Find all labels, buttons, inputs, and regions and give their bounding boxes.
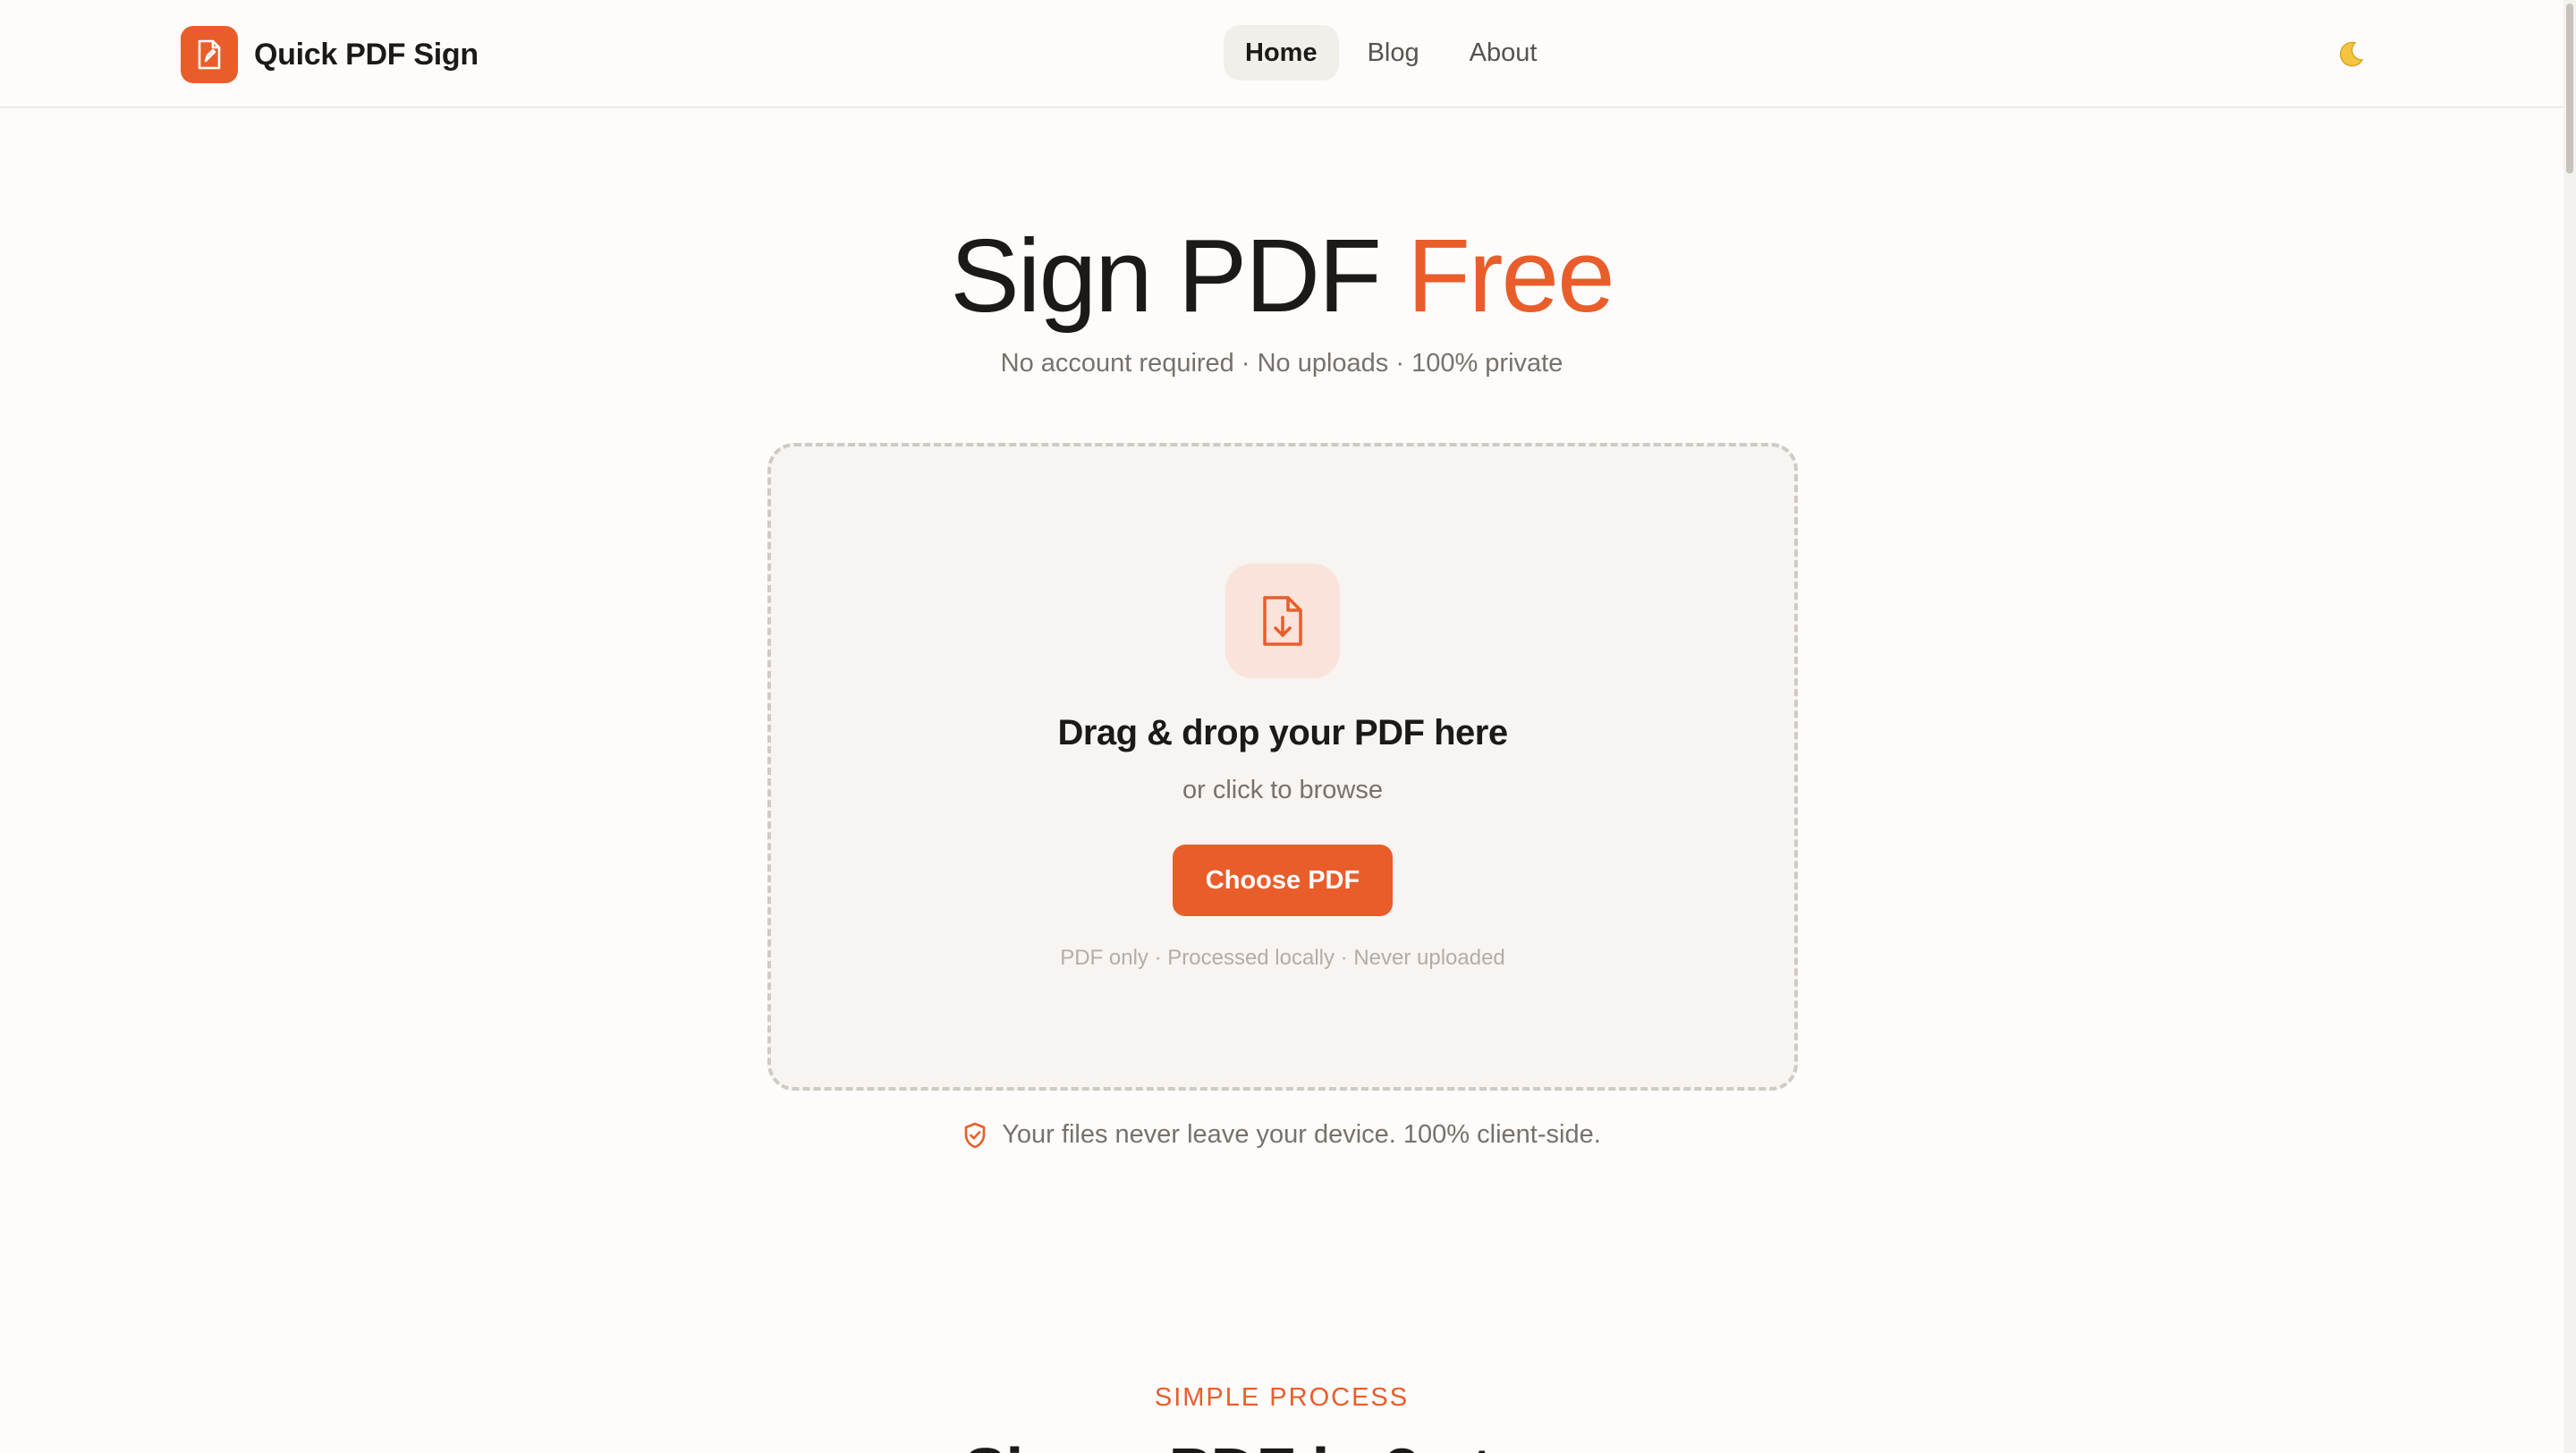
nav-about[interactable]: About — [1448, 25, 1559, 81]
privacy-note: Your files never leave your device. 100%… — [0, 1120, 2563, 1150]
section-eyebrow: SIMPLE PROCESS — [1154, 1383, 1410, 1412]
section-title: Sign a PDF in 3 steps — [0, 1432, 2563, 1453]
privacy-note-text: Your files never leave your device. 100%… — [1002, 1120, 1601, 1149]
scrollbar-thumb[interactable] — [2566, 4, 2573, 174]
nav-blog[interactable]: Blog — [1346, 25, 1441, 81]
brand-name: Quick PDF Sign — [254, 37, 479, 72]
dropzone-subtitle: or click to browse — [1182, 776, 1383, 804]
pdf-dropzone[interactable]: Drag & drop your PDF here or click to br… — [767, 443, 1798, 1091]
page-scrollbar[interactable] — [2563, 0, 2576, 1453]
top-navbar: Quick PDF Sign Home Blog About — [0, 0, 2576, 108]
page: Quick PDF Sign Home Blog About Sign PDF … — [0, 0, 2576, 1453]
moon-icon — [2339, 41, 2364, 67]
hero-title: Sign PDF Free — [0, 215, 2563, 336]
hero-title-accent: Free — [1407, 217, 1615, 334]
dropzone-note: PDF only · Processed locally · Never upl… — [1060, 946, 1505, 970]
dropzone-title: Drag & drop your PDF here — [1057, 713, 1508, 752]
theme-toggle-button[interactable] — [2329, 33, 2372, 76]
hero-title-main: Sign PDF — [950, 217, 1381, 334]
nav-home[interactable]: Home — [1224, 25, 1339, 81]
main-nav: Home Blog About — [1224, 25, 1558, 81]
brand-link[interactable]: Quick PDF Sign — [181, 26, 479, 83]
pdf-sign-logo-icon — [181, 26, 238, 83]
hero-subtitle: No account required · No uploads · 100% … — [1000, 349, 1563, 378]
shield-check-icon — [962, 1122, 987, 1149]
choose-pdf-button[interactable]: Choose PDF — [1173, 845, 1393, 916]
file-download-icon — [1225, 564, 1340, 678]
